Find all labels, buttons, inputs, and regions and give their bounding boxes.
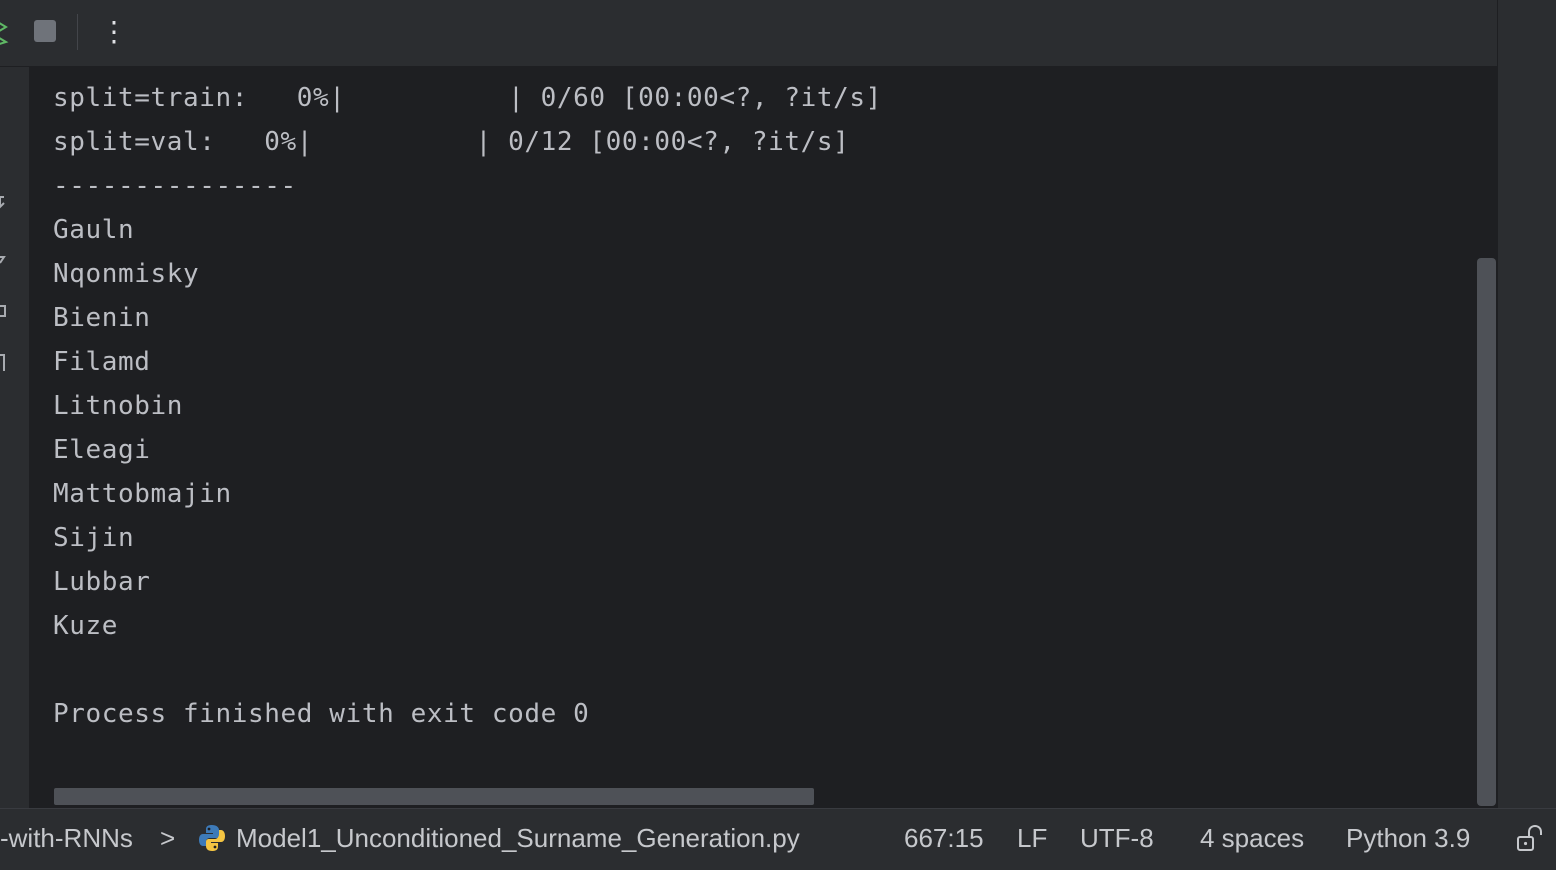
soft-wrap-icon[interactable] xyxy=(0,253,8,267)
python-file-icon xyxy=(197,823,227,853)
print-icon[interactable] xyxy=(0,303,8,317)
console-line: Filamd xyxy=(53,347,151,377)
more-vert-icon[interactable]: ⋮ xyxy=(100,14,128,50)
breadcrumb-project[interactable]: -with-RNNs xyxy=(0,821,133,855)
console-line: Kuze xyxy=(53,611,119,641)
chevron-right-icon: > xyxy=(160,823,176,853)
console-line: Bienin xyxy=(53,303,151,333)
console-line: Eleagi xyxy=(53,435,151,465)
clear-all-icon[interactable] xyxy=(0,353,8,371)
python-interpreter[interactable]: Python 3.9 xyxy=(1346,821,1470,855)
console-line: Nqonmisky xyxy=(53,259,200,289)
caret-position[interactable]: 667:15 xyxy=(904,821,984,855)
console-line: split=val: 0%| | 0/12 [00:00<?, ?it/s] xyxy=(53,127,850,157)
stop-icon[interactable] xyxy=(34,20,56,42)
horizontal-scrollbar[interactable] xyxy=(54,788,814,805)
unlock-icon[interactable] xyxy=(1515,824,1545,854)
indent-setting[interactable]: 4 spaces xyxy=(1200,821,1304,855)
console-left-gutter xyxy=(0,67,30,808)
rerun-icon[interactable] xyxy=(0,18,10,46)
console-line: split=train: 0%| | 0/60 [00:00<?, ?it/s] xyxy=(53,83,882,113)
console-line: Litnobin xyxy=(53,391,184,421)
right-tool-strip xyxy=(1497,0,1556,808)
vertical-scrollbar[interactable] xyxy=(1477,258,1496,806)
breadcrumb-file[interactable]: Model1_Unconditioned_Surname_Generation.… xyxy=(236,821,800,855)
scroll-to-end-icon[interactable] xyxy=(0,195,8,209)
status-bar: -with-RNNs > Model1_Unconditioned_Surnam… xyxy=(0,808,1556,870)
run-console[interactable]: - split=train: 0%| | 0/60 [00:00<?, ?it/… xyxy=(30,67,1497,808)
run-toolbar: ⋮ xyxy=(0,0,1497,67)
file-encoding[interactable]: UTF-8 xyxy=(1080,821,1154,855)
toolbar-divider xyxy=(77,14,78,50)
console-output: split=train: 0%| | 0/60 [00:00<?, ?it/s]… xyxy=(53,76,882,736)
console-line: Sijin xyxy=(53,523,135,553)
console-line: --------------- xyxy=(53,171,297,201)
console-line: Mattobmajin xyxy=(53,479,232,509)
console-line: Process finished with exit code 0 xyxy=(53,699,590,729)
line-separator[interactable]: LF xyxy=(1017,821,1047,855)
console-line: Gauln xyxy=(53,215,135,245)
console-line: Lubbar xyxy=(53,567,151,597)
